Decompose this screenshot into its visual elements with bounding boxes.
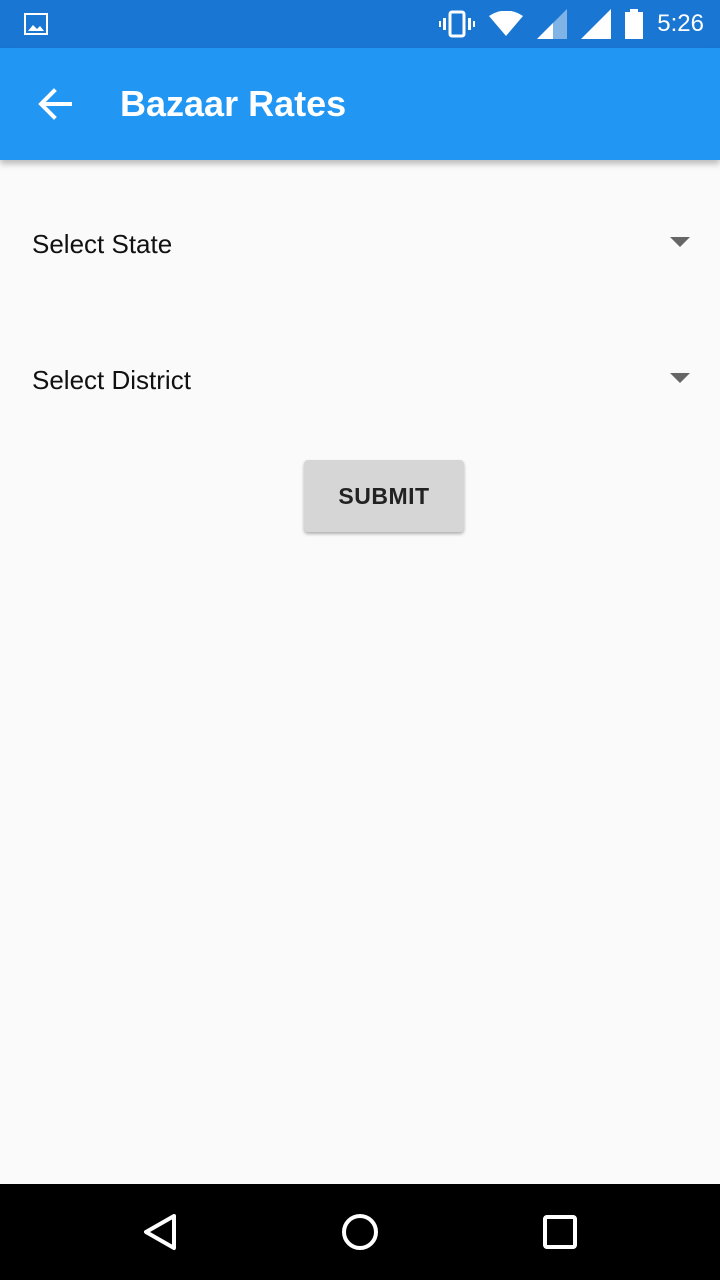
signal-full-icon	[581, 9, 612, 39]
status-bar: 5:26	[0, 0, 720, 48]
nav-back-button[interactable]	[100, 1184, 220, 1280]
battery-icon	[625, 9, 644, 39]
wifi-icon	[489, 11, 524, 36]
dropdown-arrow-icon	[670, 237, 690, 247]
state-select[interactable]: Select State	[0, 196, 720, 292]
state-select-value: Select State	[32, 229, 173, 259]
home-circle-icon	[342, 1214, 378, 1250]
submit-button[interactable]: SUBMIT	[304, 460, 464, 532]
vibrate-icon	[439, 10, 476, 38]
arrow-back-icon[interactable]	[34, 84, 78, 124]
dropdown-arrow-icon	[670, 373, 690, 383]
navigation-bar	[0, 1184, 720, 1280]
back-triangle-icon	[144, 1214, 176, 1250]
district-select[interactable]: Select District	[0, 332, 720, 428]
page-title: Bazaar Rates	[120, 83, 347, 124]
app-bar: Bazaar Rates	[0, 48, 720, 160]
recents-square-icon	[543, 1215, 577, 1249]
nav-home-button[interactable]	[300, 1184, 420, 1280]
nav-recents-button[interactable]	[500, 1184, 620, 1280]
district-select-value: Select District	[32, 365, 191, 395]
status-time: 5:26	[657, 10, 704, 37]
signal-icon	[537, 9, 568, 39]
image-icon	[24, 13, 48, 35]
